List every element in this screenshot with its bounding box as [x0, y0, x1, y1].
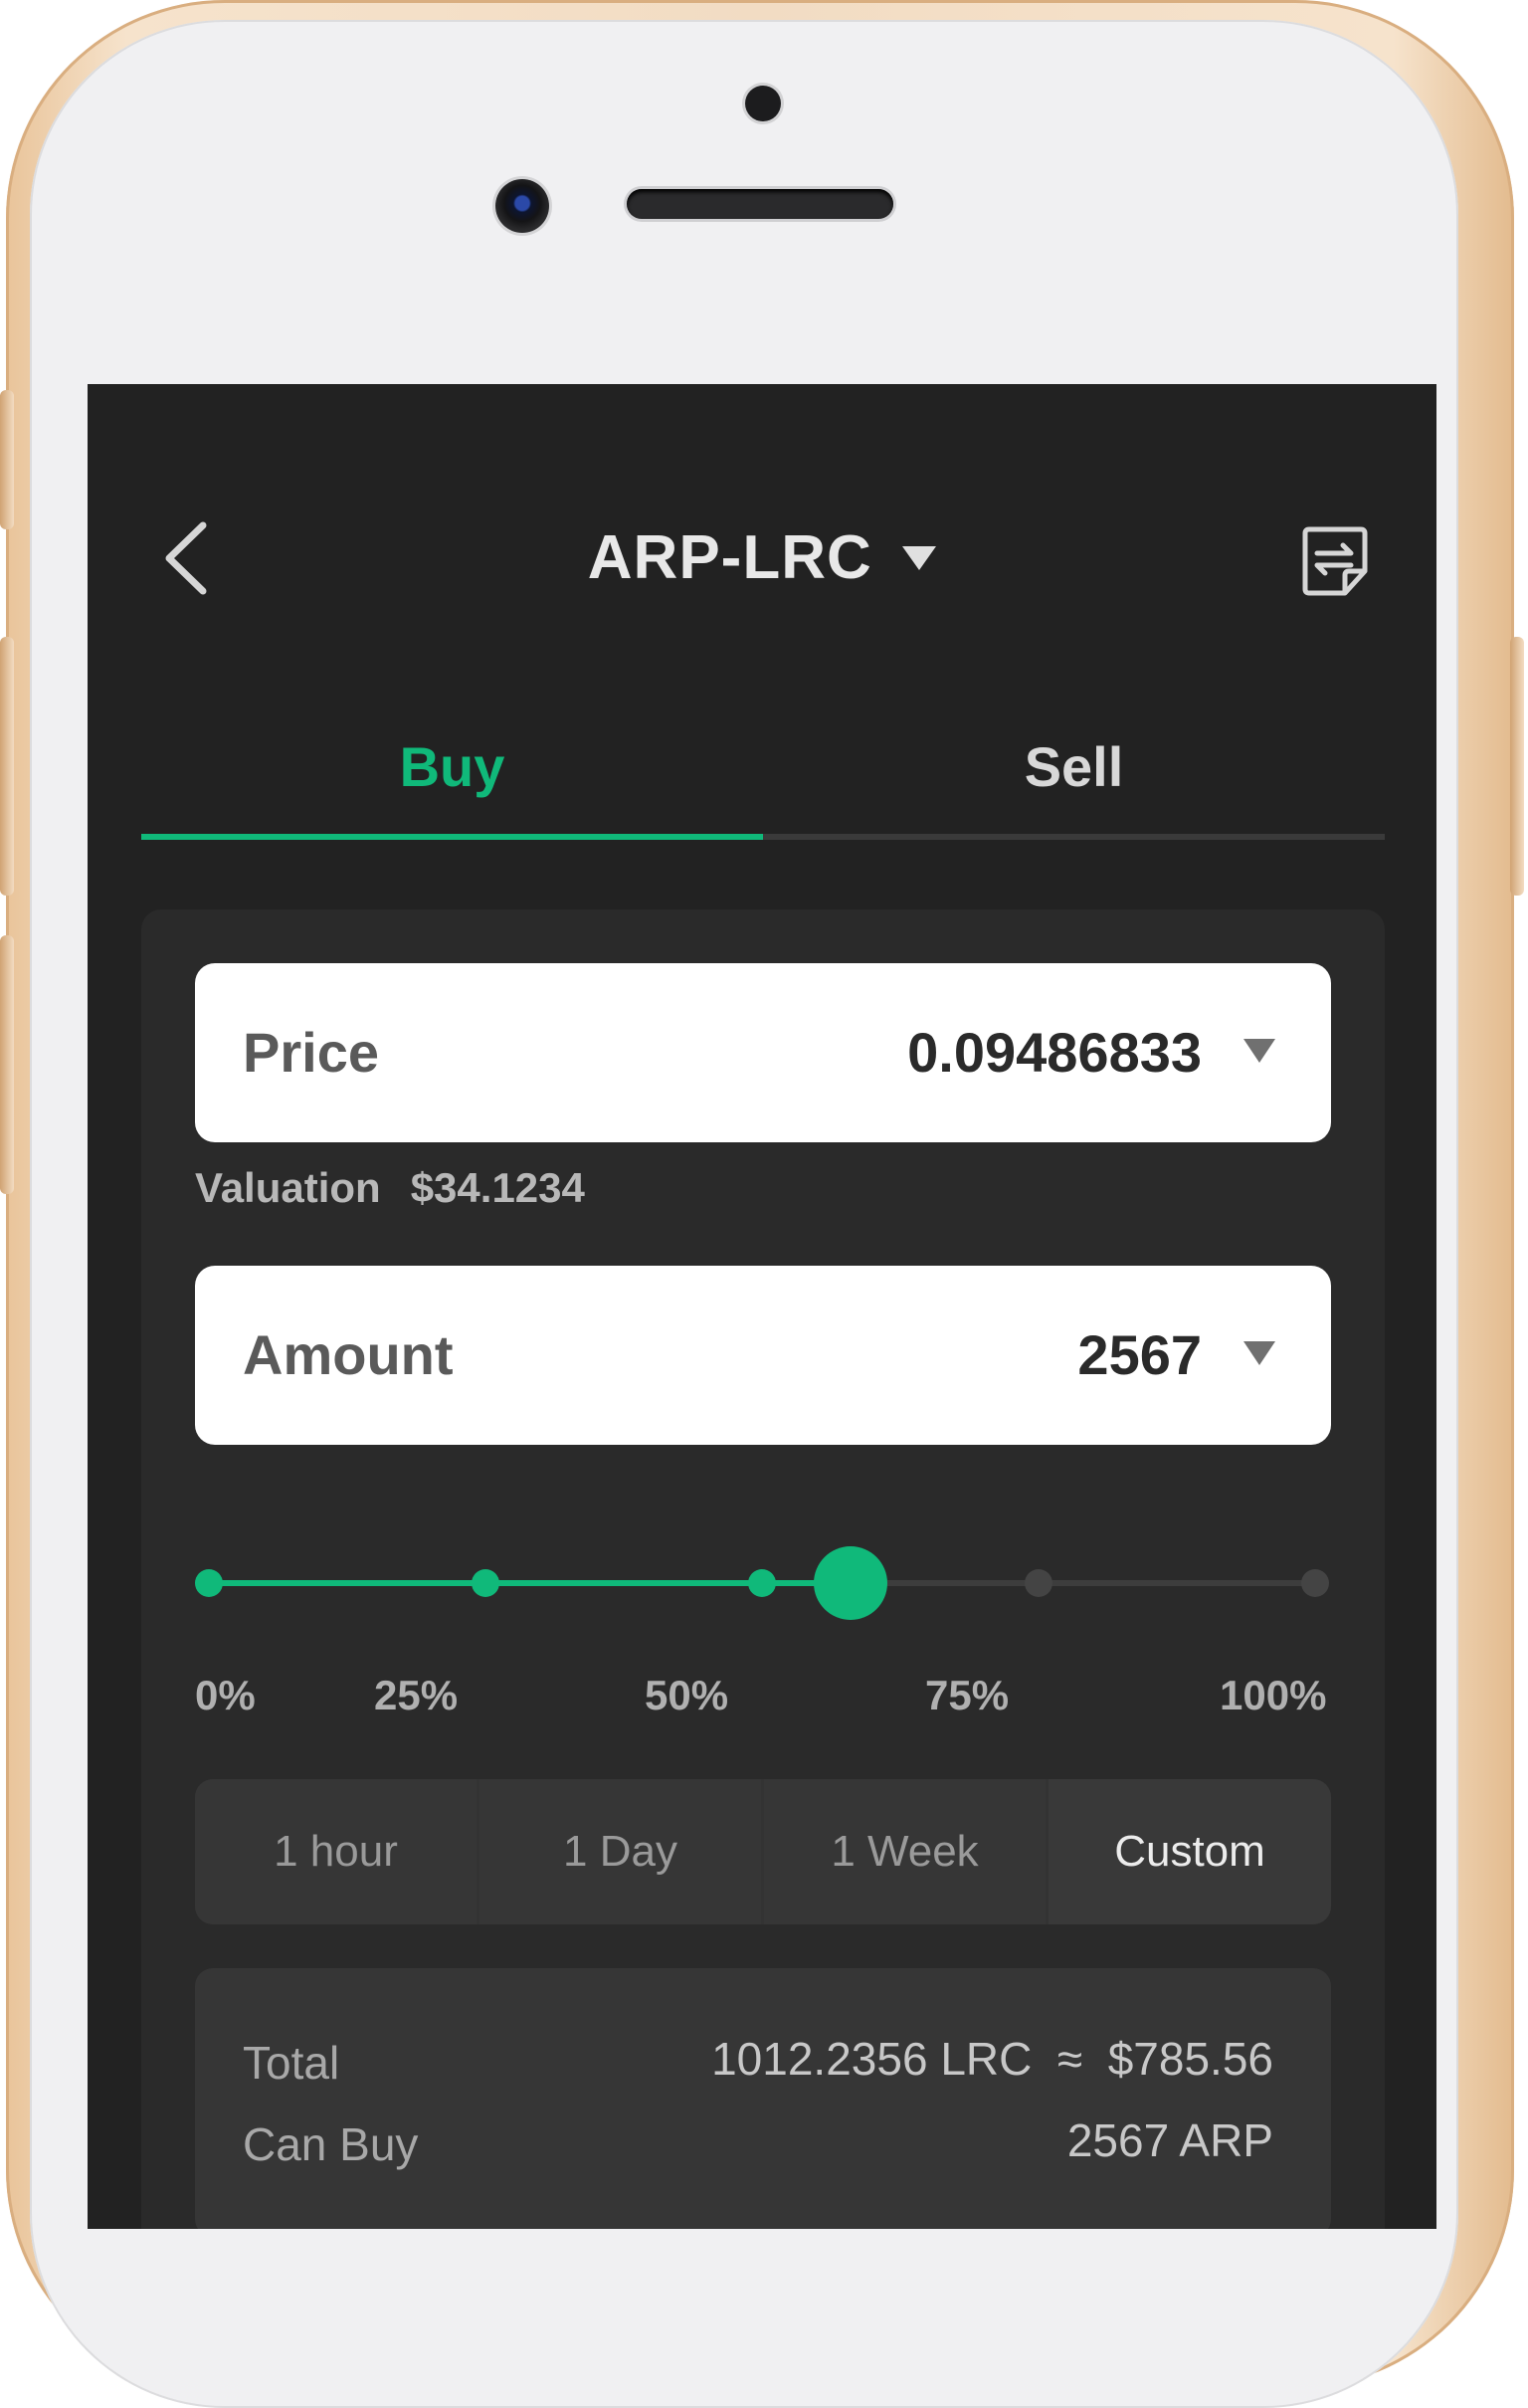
slider-label-75: 75% — [925, 1672, 1010, 1718]
swap-button[interactable] — [1299, 523, 1371, 599]
amount-percent-slider[interactable] — [195, 1536, 1331, 1626]
price-dropdown-icon[interactable] — [1243, 1039, 1275, 1063]
price-field[interactable]: Price 0.09486833 — [195, 963, 1331, 1142]
slider-stop[interactable] — [195, 1569, 223, 1597]
slider-label-0: 0% — [195, 1672, 256, 1718]
slider-thumb[interactable] — [813, 1546, 887, 1620]
can-buy-value: 2567 ARP — [1066, 2114, 1273, 2166]
side-button — [0, 637, 14, 896]
tab-buy[interactable]: Buy — [141, 702, 763, 832]
valuation-label: Valuation — [195, 1164, 381, 1211]
tab-sell[interactable]: Sell — [763, 702, 1385, 832]
app-screen: ARP-LRC Buy Sell Price 0.09486833 Valuat… — [88, 384, 1436, 2229]
caret-down-icon — [902, 546, 937, 570]
duration-1-week[interactable]: 1 Week — [764, 1779, 1046, 1924]
front-camera — [495, 179, 549, 233]
pair-selector[interactable]: ARP-LRC — [88, 513, 1436, 603]
tab-active-indicator — [141, 834, 763, 840]
slider-stop[interactable] — [1301, 1569, 1329, 1597]
earpiece-speaker — [627, 189, 893, 219]
amount-dropdown-icon[interactable] — [1243, 1341, 1275, 1365]
swap-document-icon — [1302, 526, 1368, 596]
duration-custom[interactable]: Custom — [1049, 1779, 1331, 1924]
can-buy-label: Can Buy — [243, 2118, 419, 2170]
total-value: 1012.2356 LRC ≈ $785.56 — [711, 2033, 1273, 2085]
side-button — [0, 390, 14, 529]
price-value[interactable]: 0.09486833 — [907, 963, 1202, 1142]
total-label: Total — [243, 2037, 340, 2089]
slider-label-25: 25% — [374, 1672, 459, 1718]
order-panel: Price 0.09486833 Valuation $34.1234 Amoun… — [141, 909, 1385, 2229]
slider-label-100: 100% — [1220, 1672, 1327, 1718]
side-button — [1510, 637, 1524, 896]
duration-1-hour[interactable]: 1 hour — [195, 1779, 477, 1924]
slider-stop[interactable] — [472, 1569, 499, 1597]
duration-selector: 1 hour 1 Day 1 Week Custom — [195, 1779, 1331, 1924]
trade-tabs: Buy Sell — [141, 702, 1385, 842]
amount-value[interactable]: 2567 — [1077, 1266, 1202, 1445]
amount-field[interactable]: Amount 2567 — [195, 1266, 1331, 1445]
price-label: Price — [243, 1021, 379, 1084]
amount-label: Amount — [243, 1323, 454, 1386]
slider-stop[interactable] — [1025, 1569, 1052, 1597]
pair-name: ARP-LRC — [587, 523, 872, 592]
proximity-sensor — [745, 86, 781, 121]
slider-label-50: 50% — [645, 1672, 729, 1718]
slider-stop[interactable] — [748, 1569, 776, 1597]
valuation: Valuation $34.1234 — [195, 1164, 615, 1212]
duration-1-day[interactable]: 1 Day — [479, 1779, 761, 1924]
side-button — [0, 935, 14, 1194]
order-summary: Total 1012.2356 LRC ≈ $785.56 Can Buy 25… — [195, 1968, 1331, 2229]
valuation-value: $34.1234 — [410, 1164, 585, 1211]
